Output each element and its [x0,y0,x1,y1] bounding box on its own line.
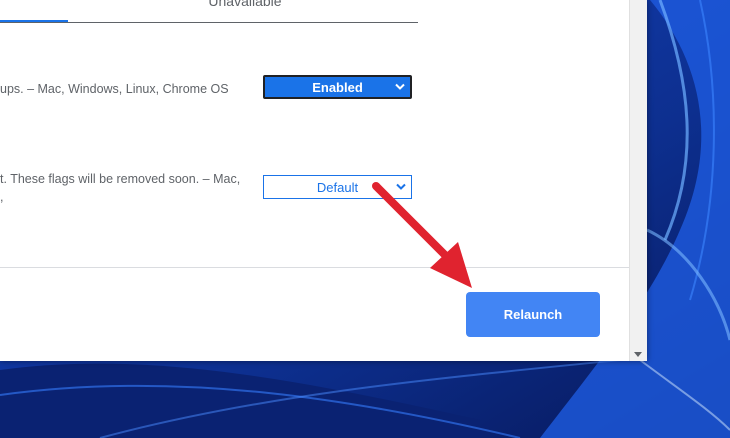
flag-description-1: ups. – Mac, Windows, Linux, Chrome OS [0,82,229,96]
flag-select-value: Enabled [312,79,363,95]
chevron-down-icon [395,83,405,90]
flag-select-default[interactable]: Default [263,175,412,199]
scroll-down-arrow-icon[interactable] [634,352,642,357]
tab-divider [0,22,418,23]
flag-description-2-line2: , [0,190,4,204]
chrome-flags-window: Unavailable ups. – Mac, Windows, Linux, … [0,0,647,361]
flag-select-value: Default [316,179,359,195]
chevron-down-icon [396,183,406,190]
flag-description-2: t. These flags will be removed soon. – M… [0,172,241,186]
flag-select-enabled[interactable]: Enabled [263,75,412,99]
tab-unavailable[interactable]: Unavailable [200,0,290,9]
footer-divider [0,267,630,268]
relaunch-button[interactable]: Relaunch [466,292,600,337]
vertical-scrollbar[interactable] [629,0,647,361]
